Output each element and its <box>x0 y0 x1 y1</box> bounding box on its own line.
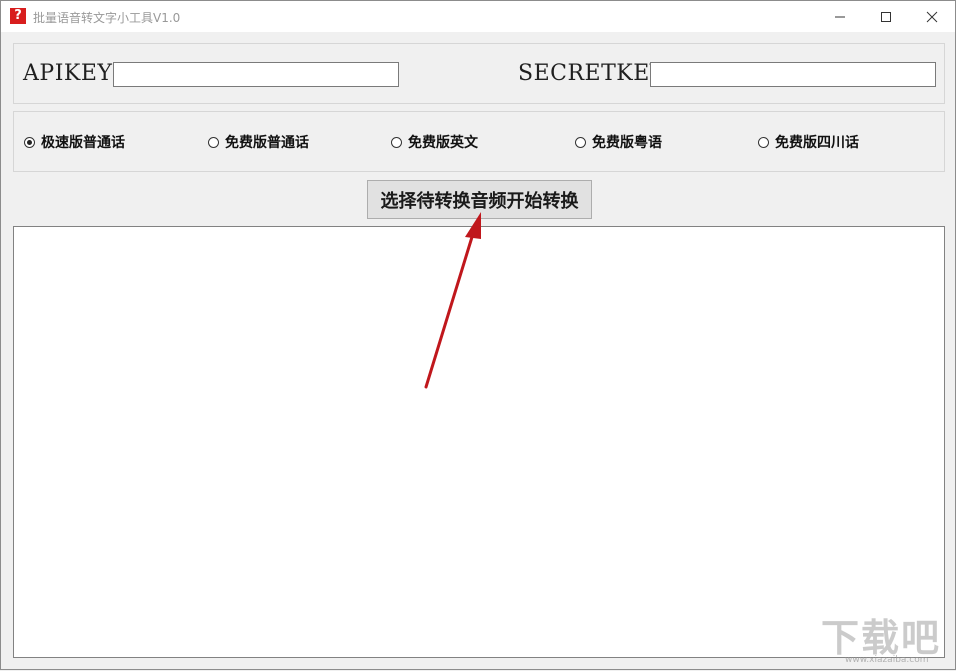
close-icon <box>926 11 938 23</box>
radio-unchecked-icon[interactable] <box>575 136 586 148</box>
radio-label: 免费版四川话 <box>775 135 859 151</box>
app-icon: ? <box>10 8 26 24</box>
title-bar[interactable]: ? 批量语音转文字小工具V1.0 <box>1 1 955 32</box>
apikey-label: APIKEY <box>23 61 113 86</box>
output-textarea[interactable] <box>13 226 945 658</box>
secretkey-label: SECRETKEY <box>518 61 665 86</box>
apikey-input[interactable] <box>113 62 399 87</box>
minimize-icon <box>835 16 845 18</box>
radio-label: 免费版普通话 <box>225 135 309 151</box>
radio-free-mandarin[interactable]: 免费版普通话 <box>208 132 309 152</box>
window-title: 批量语音转文字小工具V1.0 <box>33 11 181 25</box>
close-button[interactable] <box>909 1 955 32</box>
radio-free-english[interactable]: 免费版英文 <box>391 132 478 152</box>
radio-label: 免费版英文 <box>408 135 478 151</box>
radio-unchecked-icon[interactable] <box>208 136 219 148</box>
radio-checked-icon[interactable] <box>24 136 35 148</box>
key-panel: APIKEY SECRETKEY <box>13 43 945 104</box>
radio-free-sichuanese[interactable]: 免费版四川话 <box>758 132 859 152</box>
app-window: ? 批量语音转文字小工具V1.0 APIKEY SECRETKEY 极速版普通话… <box>0 0 956 670</box>
radio-label: 极速版普通话 <box>41 135 125 151</box>
maximize-button[interactable] <box>863 1 909 32</box>
radio-fast-mandarin[interactable]: 极速版普通话 <box>24 132 125 152</box>
radio-free-cantonese[interactable]: 免费版粤语 <box>575 132 662 152</box>
secretkey-input[interactable] <box>650 62 936 87</box>
maximize-icon <box>881 12 891 22</box>
radio-unchecked-icon[interactable] <box>391 136 402 148</box>
mode-panel: 极速版普通话 免费版普通话 免费版英文 免费版粤语 免费版四川话 <box>13 111 945 172</box>
minimize-button[interactable] <box>817 1 863 32</box>
select-audio-convert-button[interactable]: 选择待转换音频开始转换 <box>367 180 592 219</box>
radio-unchecked-icon[interactable] <box>758 136 769 148</box>
radio-label: 免费版粤语 <box>592 135 662 151</box>
